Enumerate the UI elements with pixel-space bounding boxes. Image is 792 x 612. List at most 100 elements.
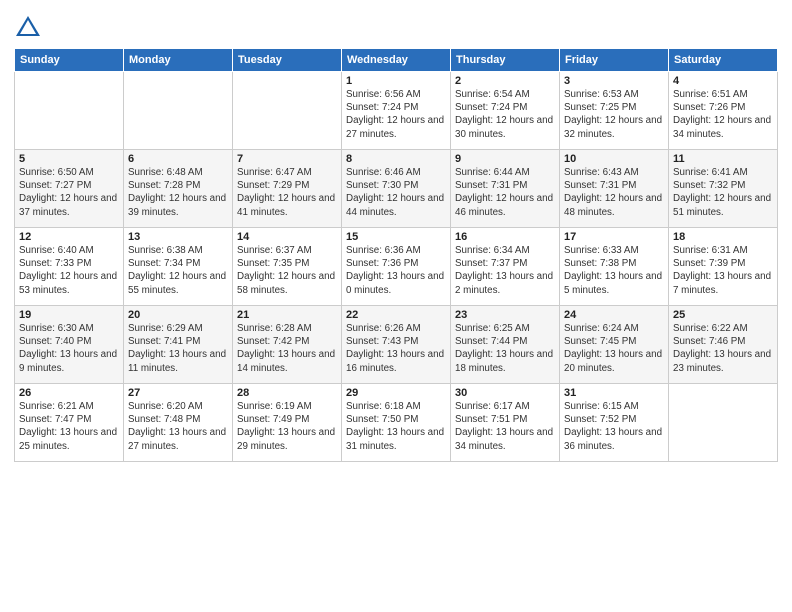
day-info: Sunrise: 6:36 AMSunset: 7:36 PMDaylight:… [346, 244, 446, 297]
calendar-header-row: SundayMondayTuesdayWednesdayThursdayFrid… [15, 49, 778, 72]
day-number: 11 [673, 153, 773, 165]
calendar-cell: 7Sunrise: 6:47 AMSunset: 7:29 PMDaylight… [233, 150, 342, 228]
day-info: Sunrise: 6:33 AMSunset: 7:38 PMDaylight:… [564, 244, 664, 297]
calendar-table: SundayMondayTuesdayWednesdayThursdayFrid… [14, 48, 778, 462]
day-info: Sunrise: 6:28 AMSunset: 7:42 PMDaylight:… [237, 322, 337, 375]
day-number: 30 [455, 387, 555, 399]
day-info: Sunrise: 6:56 AMSunset: 7:24 PMDaylight:… [346, 88, 446, 141]
day-number: 9 [455, 153, 555, 165]
calendar-cell: 28Sunrise: 6:19 AMSunset: 7:49 PMDayligh… [233, 384, 342, 462]
calendar-cell: 11Sunrise: 6:41 AMSunset: 7:32 PMDayligh… [669, 150, 778, 228]
day-number: 26 [19, 387, 119, 399]
calendar-cell: 24Sunrise: 6:24 AMSunset: 7:45 PMDayligh… [560, 306, 669, 384]
day-info: Sunrise: 6:25 AMSunset: 7:44 PMDaylight:… [455, 322, 555, 375]
calendar-day-header: Saturday [669, 49, 778, 72]
day-number: 12 [19, 231, 119, 243]
day-number: 14 [237, 231, 337, 243]
day-number: 21 [237, 309, 337, 321]
day-number: 1 [346, 75, 446, 87]
calendar-cell: 30Sunrise: 6:17 AMSunset: 7:51 PMDayligh… [451, 384, 560, 462]
calendar-cell: 23Sunrise: 6:25 AMSunset: 7:44 PMDayligh… [451, 306, 560, 384]
day-info: Sunrise: 6:53 AMSunset: 7:25 PMDaylight:… [564, 88, 664, 141]
calendar-week-row: 5Sunrise: 6:50 AMSunset: 7:27 PMDaylight… [15, 150, 778, 228]
calendar-cell: 4Sunrise: 6:51 AMSunset: 7:26 PMDaylight… [669, 72, 778, 150]
calendar-cell: 29Sunrise: 6:18 AMSunset: 7:50 PMDayligh… [342, 384, 451, 462]
calendar-week-row: 12Sunrise: 6:40 AMSunset: 7:33 PMDayligh… [15, 228, 778, 306]
logo-icon [14, 14, 42, 42]
calendar-cell: 19Sunrise: 6:30 AMSunset: 7:40 PMDayligh… [15, 306, 124, 384]
calendar-cell: 13Sunrise: 6:38 AMSunset: 7:34 PMDayligh… [124, 228, 233, 306]
day-info: Sunrise: 6:21 AMSunset: 7:47 PMDaylight:… [19, 400, 119, 453]
calendar-cell: 14Sunrise: 6:37 AMSunset: 7:35 PMDayligh… [233, 228, 342, 306]
day-info: Sunrise: 6:19 AMSunset: 7:49 PMDaylight:… [237, 400, 337, 453]
day-number: 17 [564, 231, 664, 243]
day-info: Sunrise: 6:24 AMSunset: 7:45 PMDaylight:… [564, 322, 664, 375]
calendar-cell: 9Sunrise: 6:44 AMSunset: 7:31 PMDaylight… [451, 150, 560, 228]
page-container: SundayMondayTuesdayWednesdayThursdayFrid… [0, 0, 792, 468]
day-number: 20 [128, 309, 228, 321]
calendar-cell [124, 72, 233, 150]
calendar-week-row: 19Sunrise: 6:30 AMSunset: 7:40 PMDayligh… [15, 306, 778, 384]
day-number: 2 [455, 75, 555, 87]
day-info: Sunrise: 6:22 AMSunset: 7:46 PMDaylight:… [673, 322, 773, 375]
day-number: 7 [237, 153, 337, 165]
day-info: Sunrise: 6:30 AMSunset: 7:40 PMDaylight:… [19, 322, 119, 375]
calendar-cell: 27Sunrise: 6:20 AMSunset: 7:48 PMDayligh… [124, 384, 233, 462]
day-info: Sunrise: 6:37 AMSunset: 7:35 PMDaylight:… [237, 244, 337, 297]
day-info: Sunrise: 6:44 AMSunset: 7:31 PMDaylight:… [455, 166, 555, 219]
day-info: Sunrise: 6:54 AMSunset: 7:24 PMDaylight:… [455, 88, 555, 141]
calendar-cell: 1Sunrise: 6:56 AMSunset: 7:24 PMDaylight… [342, 72, 451, 150]
day-info: Sunrise: 6:40 AMSunset: 7:33 PMDaylight:… [19, 244, 119, 297]
page-header [14, 10, 778, 42]
calendar-cell: 6Sunrise: 6:48 AMSunset: 7:28 PMDaylight… [124, 150, 233, 228]
day-number: 15 [346, 231, 446, 243]
calendar-cell: 10Sunrise: 6:43 AMSunset: 7:31 PMDayligh… [560, 150, 669, 228]
day-number: 16 [455, 231, 555, 243]
day-number: 10 [564, 153, 664, 165]
logo [14, 14, 44, 42]
calendar-day-header: Sunday [15, 49, 124, 72]
calendar-cell: 21Sunrise: 6:28 AMSunset: 7:42 PMDayligh… [233, 306, 342, 384]
day-number: 31 [564, 387, 664, 399]
day-info: Sunrise: 6:43 AMSunset: 7:31 PMDaylight:… [564, 166, 664, 219]
calendar-week-row: 26Sunrise: 6:21 AMSunset: 7:47 PMDayligh… [15, 384, 778, 462]
day-number: 8 [346, 153, 446, 165]
calendar-cell: 8Sunrise: 6:46 AMSunset: 7:30 PMDaylight… [342, 150, 451, 228]
calendar-cell: 3Sunrise: 6:53 AMSunset: 7:25 PMDaylight… [560, 72, 669, 150]
calendar-cell: 16Sunrise: 6:34 AMSunset: 7:37 PMDayligh… [451, 228, 560, 306]
calendar-cell: 2Sunrise: 6:54 AMSunset: 7:24 PMDaylight… [451, 72, 560, 150]
day-info: Sunrise: 6:48 AMSunset: 7:28 PMDaylight:… [128, 166, 228, 219]
day-info: Sunrise: 6:20 AMSunset: 7:48 PMDaylight:… [128, 400, 228, 453]
calendar-cell: 25Sunrise: 6:22 AMSunset: 7:46 PMDayligh… [669, 306, 778, 384]
day-number: 6 [128, 153, 228, 165]
calendar-cell: 12Sunrise: 6:40 AMSunset: 7:33 PMDayligh… [15, 228, 124, 306]
day-info: Sunrise: 6:29 AMSunset: 7:41 PMDaylight:… [128, 322, 228, 375]
calendar-week-row: 1Sunrise: 6:56 AMSunset: 7:24 PMDaylight… [15, 72, 778, 150]
calendar-day-header: Monday [124, 49, 233, 72]
calendar-cell: 17Sunrise: 6:33 AMSunset: 7:38 PMDayligh… [560, 228, 669, 306]
day-number: 28 [237, 387, 337, 399]
day-info: Sunrise: 6:50 AMSunset: 7:27 PMDaylight:… [19, 166, 119, 219]
calendar-day-header: Thursday [451, 49, 560, 72]
day-number: 25 [673, 309, 773, 321]
calendar-cell: 20Sunrise: 6:29 AMSunset: 7:41 PMDayligh… [124, 306, 233, 384]
day-info: Sunrise: 6:38 AMSunset: 7:34 PMDaylight:… [128, 244, 228, 297]
day-number: 5 [19, 153, 119, 165]
day-info: Sunrise: 6:34 AMSunset: 7:37 PMDaylight:… [455, 244, 555, 297]
day-info: Sunrise: 6:18 AMSunset: 7:50 PMDaylight:… [346, 400, 446, 453]
day-number: 23 [455, 309, 555, 321]
day-info: Sunrise: 6:15 AMSunset: 7:52 PMDaylight:… [564, 400, 664, 453]
day-number: 19 [19, 309, 119, 321]
calendar-cell [233, 72, 342, 150]
day-number: 4 [673, 75, 773, 87]
calendar-cell: 26Sunrise: 6:21 AMSunset: 7:47 PMDayligh… [15, 384, 124, 462]
calendar-cell: 22Sunrise: 6:26 AMSunset: 7:43 PMDayligh… [342, 306, 451, 384]
day-info: Sunrise: 6:26 AMSunset: 7:43 PMDaylight:… [346, 322, 446, 375]
calendar-cell: 15Sunrise: 6:36 AMSunset: 7:36 PMDayligh… [342, 228, 451, 306]
day-info: Sunrise: 6:47 AMSunset: 7:29 PMDaylight:… [237, 166, 337, 219]
day-info: Sunrise: 6:31 AMSunset: 7:39 PMDaylight:… [673, 244, 773, 297]
day-number: 13 [128, 231, 228, 243]
calendar-cell: 5Sunrise: 6:50 AMSunset: 7:27 PMDaylight… [15, 150, 124, 228]
calendar-day-header: Tuesday [233, 49, 342, 72]
day-number: 27 [128, 387, 228, 399]
